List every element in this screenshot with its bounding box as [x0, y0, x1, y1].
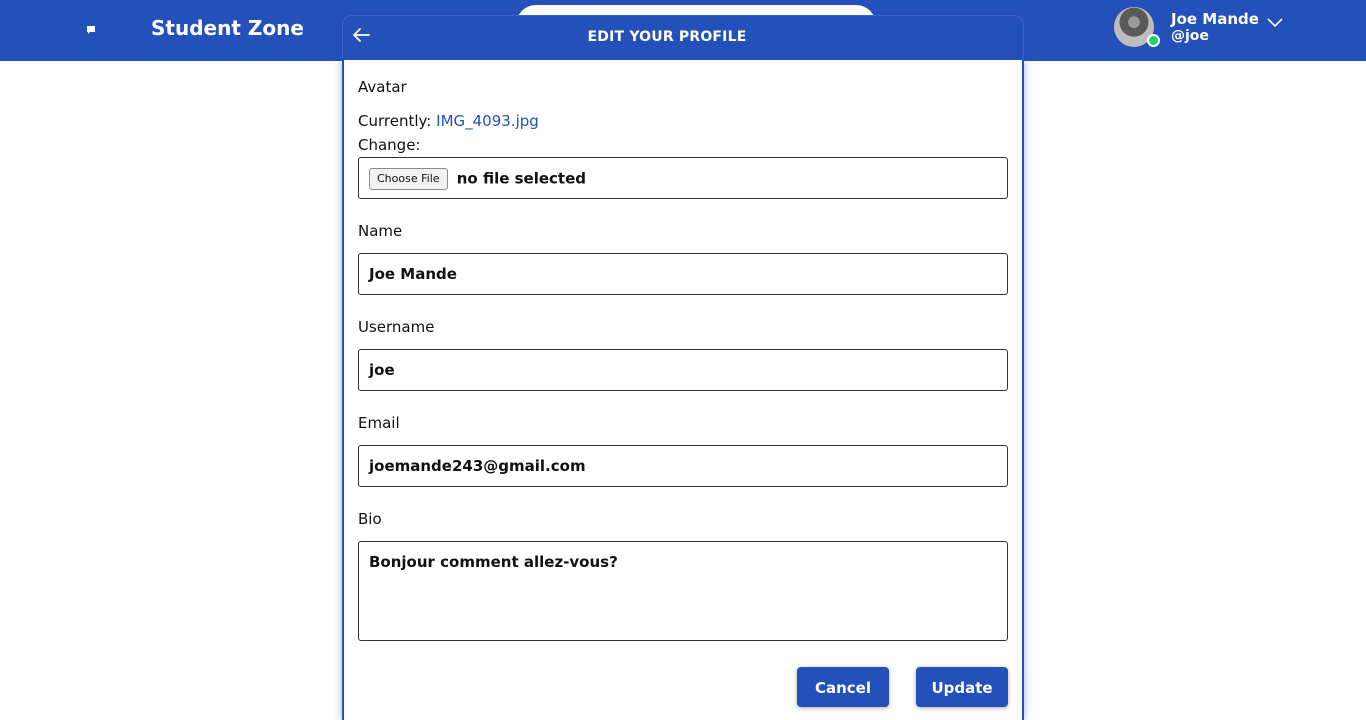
online-status-dot — [1147, 34, 1160, 47]
current-avatar-link[interactable]: IMG_4093.jpg — [436, 112, 539, 130]
choose-file-button[interactable]: Choose File — [369, 168, 448, 190]
email-label: Email — [358, 414, 400, 432]
name-label: Name — [358, 222, 403, 240]
avatar-file-input[interactable]: Choose File no file selected — [358, 157, 1008, 199]
username-field[interactable]: joe — [358, 349, 1008, 391]
cancel-button[interactable]: Cancel — [797, 667, 889, 707]
email-field[interactable]: joemande243@gmail.com — [358, 445, 1008, 487]
user-name: Joe Mande — [1171, 10, 1259, 28]
name-field[interactable]: Joe Mande — [358, 253, 1008, 295]
currently-label: Currently: — [358, 112, 432, 130]
brand-title[interactable]: Student Zone — [151, 16, 304, 40]
page-title: EDIT YOUR PROFILE — [587, 29, 747, 45]
username-label: Username — [358, 318, 435, 336]
bio-textarea[interactable]: Bonjour comment allez-vous? — [358, 541, 1008, 641]
file-status: no file selected — [456, 169, 587, 188]
chevron-down-icon[interactable] — [1266, 17, 1284, 29]
change-label: Change: — [358, 136, 421, 154]
bio-label: Bio — [358, 510, 382, 528]
chat-icon[interactable] — [84, 23, 98, 37]
current-avatar-row: Currently: IMG_4093.jpg — [358, 112, 539, 130]
user-handle: @joe — [1171, 28, 1209, 44]
avatar-label: Avatar — [358, 78, 407, 96]
update-button[interactable]: Update — [916, 667, 1008, 707]
